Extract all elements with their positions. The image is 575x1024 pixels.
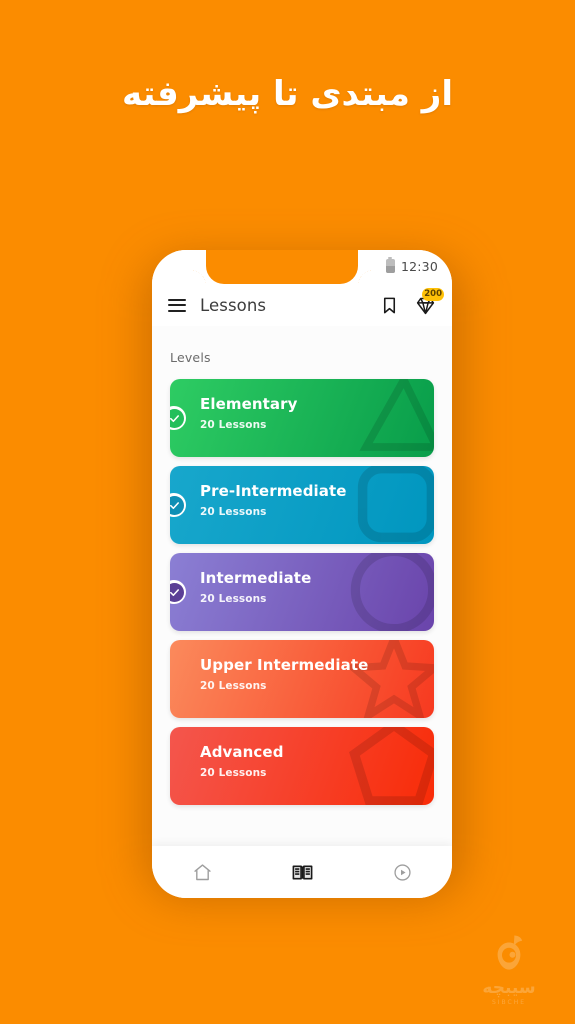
check-icon (170, 582, 184, 602)
levels-list: Elementary 20 Lessons Pre-Intermediate 20 L… (170, 379, 434, 805)
gem-button[interactable]: 200 (414, 288, 444, 316)
level-name: Advanced (200, 743, 284, 761)
bookmark-icon (383, 297, 395, 313)
bookmark-button[interactable] (378, 294, 400, 316)
level-name: Intermediate (200, 569, 312, 587)
card-decoration-rounded-square (354, 466, 434, 544)
level-completed-badge (170, 406, 186, 430)
nav-item-home[interactable] (152, 862, 252, 883)
nav-item-media[interactable] (352, 862, 452, 883)
home-icon (193, 863, 211, 880)
level-completed-badge (170, 493, 186, 517)
lessons-screen-body: Levels Elementary 20 Lessons Pre-Intermedi… (152, 326, 452, 846)
battery-icon (385, 256, 395, 273)
level-lesson-count: 20 Lessons (200, 506, 267, 518)
apple-logo-icon (497, 935, 523, 970)
check-icon (170, 495, 184, 515)
card-decoration-circle (348, 553, 434, 631)
watermark-brand: سیبچه (482, 978, 536, 998)
book-icon (292, 864, 312, 880)
level-lesson-count: 20 Lessons (200, 680, 267, 692)
level-card[interactable]: Pre-Intermediate 20 Lessons (170, 466, 434, 544)
play-circle-icon (393, 863, 411, 881)
card-decoration-triangle (354, 379, 434, 457)
gem-count-badge: 200 (422, 288, 444, 301)
level-card[interactable]: Intermediate 20 Lessons (170, 553, 434, 631)
level-lesson-count: 20 Lessons (200, 419, 267, 431)
check-icon (170, 408, 184, 428)
level-name: Pre-Intermediate (200, 482, 347, 500)
level-card[interactable]: Upper Intermediate 20 Lessons (170, 640, 434, 718)
level-name: Elementary (200, 395, 298, 413)
level-lesson-count: 20 Lessons (200, 593, 267, 605)
app-bar-actions: 200 (378, 288, 444, 316)
levels-section-label: Levels (170, 350, 211, 365)
brand-watermark: سیبچه SIBCHE (461, 930, 557, 1006)
level-lesson-count: 20 Lessons (200, 767, 267, 779)
status-bar-time: 12:30 (400, 258, 438, 274)
card-decoration-pentagon (348, 727, 434, 805)
app-bar: Lessons 200 (152, 284, 452, 326)
bottom-navigation-bar (152, 846, 452, 898)
nav-item-lessons[interactable] (252, 861, 352, 884)
page-title: Lessons (200, 295, 267, 315)
phone-mockup: 12:30 Lessons 200 Levels Elementary 20 L… (152, 250, 452, 898)
level-completed-badge (170, 580, 186, 604)
status-bar: 12:30 (152, 250, 452, 282)
level-card[interactable]: Elementary 20 Lessons (170, 379, 434, 457)
promo-headline: از مبتدی تا پیشرفته (121, 74, 454, 114)
level-card[interactable]: Advanced 20 Lessons (170, 727, 434, 805)
watermark-subtitle: SIBCHE (491, 999, 527, 1006)
hamburger-menu-icon[interactable] (168, 298, 186, 312)
card-decoration-star (344, 640, 434, 718)
level-name: Upper Intermediate (200, 656, 369, 674)
